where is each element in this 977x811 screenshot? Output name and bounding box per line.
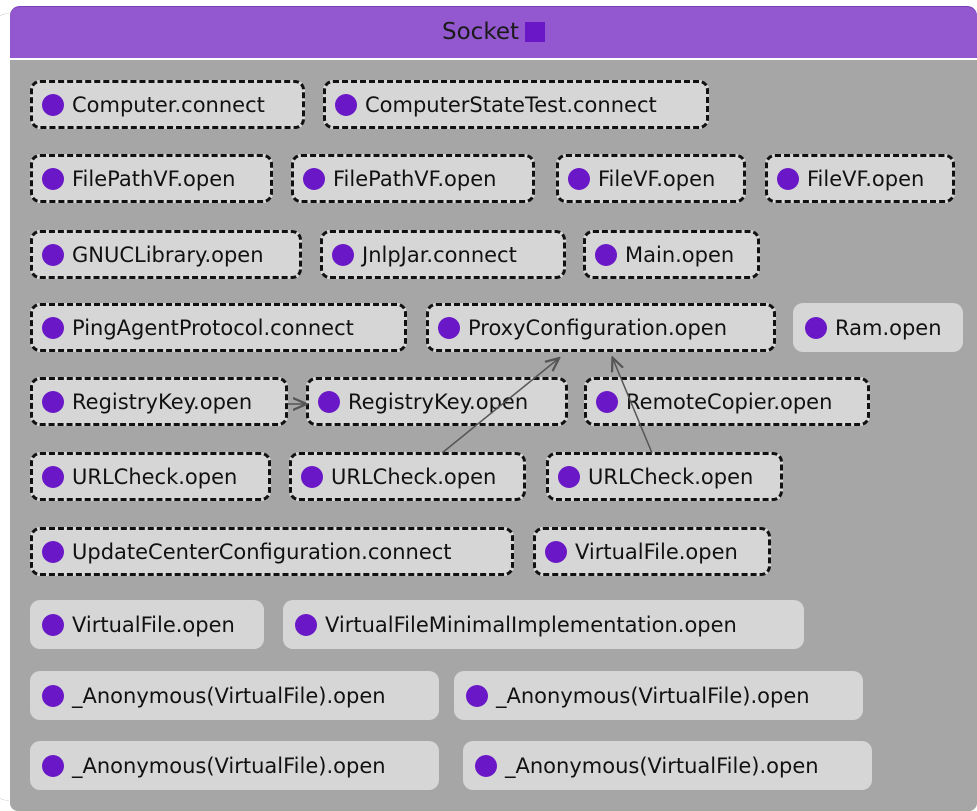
node-dot-icon (42, 754, 64, 777)
node-dot-icon (568, 167, 590, 190)
node-virtualfile-open-1[interactable]: VirtualFile.open (533, 527, 771, 576)
node-dot-icon (42, 316, 64, 339)
node-dot-icon (595, 243, 617, 266)
node-proxyconfiguration-open[interactable]: ProxyConfiguration.open (426, 303, 776, 352)
node-label: Main.open (625, 242, 735, 267)
node-label: GNUCLibrary.open (72, 242, 264, 267)
diagram-frame: Socket Computer.connect ComputerStateTes… (0, 0, 977, 811)
node-dot-icon (438, 316, 460, 339)
node-label: FileVF.open (598, 166, 716, 191)
node-anonymous-virtualfile-open-1[interactable]: _Anonymous(VirtualFile).open (30, 671, 439, 720)
node-label: RegistryKey.open (72, 389, 253, 414)
node-label: FilePathVF.open (72, 166, 236, 191)
node-filepathvf-open-2[interactable]: FilePathVF.open (291, 154, 535, 203)
node-registrykey-open-2[interactable]: RegistryKey.open (306, 377, 568, 426)
node-label: _Anonymous(VirtualFile).open (505, 753, 819, 778)
node-dot-icon (558, 465, 580, 488)
node-label: VirtualFile.open (72, 612, 235, 637)
node-label: VirtualFileMinimalImplementation.open (325, 612, 737, 637)
node-label: UpdateCenterConfiguration.connect (72, 539, 452, 564)
node-virtualfileminimalimplementation-open[interactable]: VirtualFileMinimalImplementation.open (283, 600, 804, 649)
node-anonymous-virtualfile-open-4[interactable]: _Anonymous(VirtualFile).open (463, 741, 872, 790)
node-dot-icon (335, 93, 357, 116)
node-dot-icon (295, 613, 317, 636)
node-filepathvf-open-1[interactable]: FilePathVF.open (30, 154, 273, 203)
node-dot-icon (475, 754, 497, 777)
socket-panel: Computer.connect ComputerStateTest.conne… (10, 60, 977, 811)
node-dot-icon (318, 390, 340, 413)
node-label: RemoteCopier.open (626, 389, 833, 414)
node-label: URLCheck.open (331, 464, 497, 489)
node-jnlpjar-connect[interactable]: JnlpJar.connect (320, 230, 566, 279)
node-label: PingAgentProtocol.connect (72, 315, 354, 340)
node-main-open[interactable]: Main.open (583, 230, 760, 279)
node-label: ComputerStateTest.connect (365, 92, 657, 117)
node-urlcheck-open-3[interactable]: URLCheck.open (546, 452, 783, 501)
node-dot-icon (42, 167, 64, 190)
node-dot-icon (42, 93, 64, 116)
node-remotecopier-open[interactable]: RemoteCopier.open (584, 377, 870, 426)
node-dot-icon (42, 684, 64, 707)
node-label: RegistryKey.open (348, 389, 529, 414)
node-label: FileVF.open (807, 166, 925, 191)
node-label: JnlpJar.connect (362, 242, 517, 267)
node-dot-icon (42, 465, 64, 488)
node-label: _Anonymous(VirtualFile).open (72, 753, 386, 778)
node-dot-icon (545, 540, 567, 563)
node-dot-icon (332, 243, 354, 266)
node-dot-icon (596, 390, 618, 413)
node-gnuclibrary-open[interactable]: GNUCLibrary.open (30, 230, 302, 279)
node-dot-icon (777, 167, 799, 190)
node-dot-icon (42, 613, 64, 636)
node-dot-icon (301, 465, 323, 488)
node-registrykey-open-1[interactable]: RegistryKey.open (30, 377, 288, 426)
node-label: FilePathVF.open (333, 166, 497, 191)
node-updatecenterconfiguration-connect[interactable]: UpdateCenterConfiguration.connect (30, 527, 514, 576)
node-filevf-open-1[interactable]: FileVF.open (556, 154, 746, 203)
header-square-icon (525, 22, 545, 42)
node-pingagentprotocol-connect[interactable]: PingAgentProtocol.connect (30, 303, 407, 352)
node-dot-icon (42, 390, 64, 413)
node-label: URLCheck.open (72, 464, 238, 489)
node-dot-icon (42, 243, 64, 266)
node-ram-open[interactable]: Ram.open (793, 303, 963, 352)
node-urlcheck-open-1[interactable]: URLCheck.open (30, 452, 271, 501)
node-anonymous-virtualfile-open-3[interactable]: _Anonymous(VirtualFile).open (30, 741, 439, 790)
node-anonymous-virtualfile-open-2[interactable]: _Anonymous(VirtualFile).open (454, 671, 863, 720)
node-dot-icon (42, 540, 64, 563)
node-computerstatetest-connect[interactable]: ComputerStateTest.connect (323, 80, 709, 129)
socket-header[interactable]: Socket (10, 6, 977, 58)
node-label: Computer.connect (72, 92, 265, 117)
node-dot-icon (466, 684, 488, 707)
node-computer-connect[interactable]: Computer.connect (30, 80, 305, 129)
node-label: _Anonymous(VirtualFile).open (72, 683, 386, 708)
node-dot-icon (303, 167, 325, 190)
node-dot-icon (805, 316, 827, 339)
node-label: URLCheck.open (588, 464, 754, 489)
node-label: ProxyConfiguration.open (468, 315, 728, 340)
node-label: _Anonymous(VirtualFile).open (496, 683, 810, 708)
header-title: Socket (442, 19, 519, 45)
node-urlcheck-open-2[interactable]: URLCheck.open (289, 452, 526, 501)
node-virtualfile-open-2[interactable]: VirtualFile.open (30, 600, 264, 649)
node-label: VirtualFile.open (575, 539, 738, 564)
node-label: Ram.open (835, 315, 942, 340)
node-filevf-open-2[interactable]: FileVF.open (765, 154, 955, 203)
